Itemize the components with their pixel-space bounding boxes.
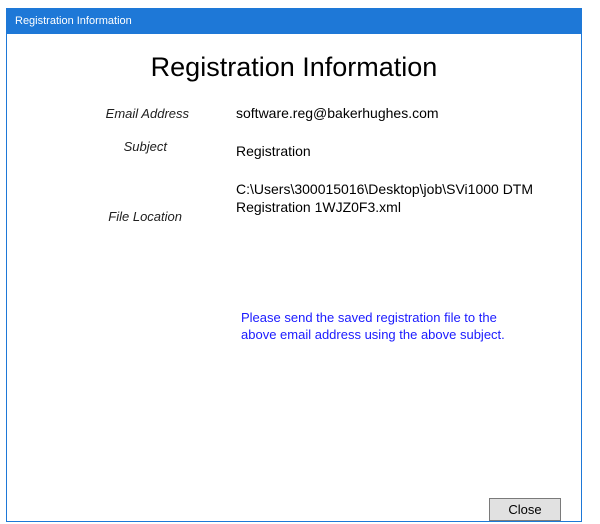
window-title: Registration Information (15, 15, 132, 27)
file-location-line-1: C:\Users\300015016\Desktop\job\SVi1000 D… (236, 181, 534, 197)
registration-dialog: Registration Information Registration In… (6, 8, 582, 522)
instruction-note: Please send the saved registration file … (241, 310, 505, 342)
file-location-value: C:\Users\300015016\Desktop\job\SVi1000 D… (236, 180, 566, 216)
file-location-label: File Location (108, 209, 182, 224)
email-address-value: software.reg@bakerhughes.com (236, 105, 439, 121)
subject-label: Subject (123, 139, 167, 154)
file-location-line-2: Registration 1WJZ0F3.xml (236, 199, 401, 215)
subject-value: Registration (236, 143, 311, 159)
close-button[interactable]: Close (489, 498, 561, 521)
page-title: Registration Information (150, 52, 438, 82)
window-titlebar[interactable]: Registration Information (7, 8, 581, 34)
email-address-label: Email Address (105, 106, 189, 121)
